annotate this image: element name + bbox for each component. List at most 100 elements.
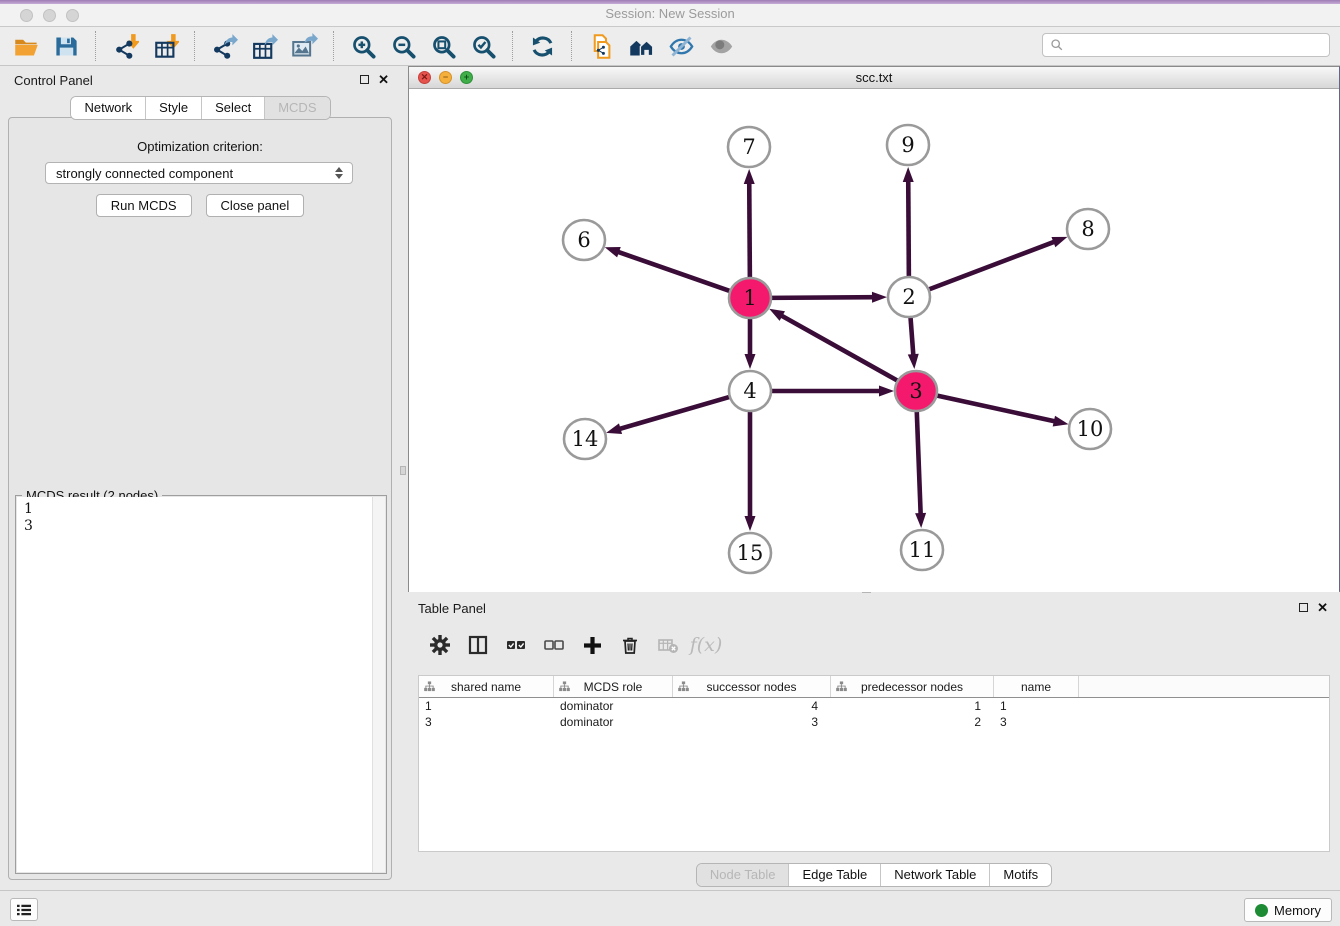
- tab-mcds[interactable]: MCDS: [265, 97, 329, 119]
- zoom-in-icon[interactable]: [343, 30, 383, 62]
- split-view-icon[interactable]: [464, 631, 492, 659]
- close-table-panel-icon[interactable]: ✕: [1317, 602, 1328, 613]
- edge-3-10[interactable]: [936, 395, 1069, 426]
- close-panel-icon[interactable]: ✕: [378, 74, 389, 85]
- edge-4-3[interactable]: [770, 386, 894, 397]
- graph-node-1[interactable]: 1: [729, 278, 771, 318]
- add-column-icon[interactable]: [578, 631, 606, 659]
- column-header-name[interactable]: name: [994, 676, 1079, 697]
- run-mcds-button[interactable]: Run MCDS: [96, 194, 192, 217]
- table-row[interactable]: 3dominator323: [419, 714, 1329, 730]
- select-all-icon[interactable]: [502, 631, 530, 659]
- graph-node-4[interactable]: 4: [729, 371, 771, 411]
- tab-motifs[interactable]: Motifs: [990, 864, 1051, 886]
- tab-network-table[interactable]: Network Table: [881, 864, 990, 886]
- graph-node-9[interactable]: 9: [887, 125, 929, 165]
- graph-node-8[interactable]: 8: [1067, 209, 1109, 249]
- edge-2-9[interactable]: [903, 167, 914, 277]
- network-canvas[interactable]: 7 9 6 8 1 2 4 3 14 10 15 11: [409, 89, 1339, 592]
- float-panel-icon[interactable]: [360, 75, 369, 84]
- export-table-icon[interactable]: [244, 30, 284, 62]
- table-cell[interactable]: dominator: [554, 698, 673, 714]
- svg-text:1: 1: [743, 286, 756, 310]
- graph-node-2[interactable]: 2: [888, 277, 930, 317]
- column-header-MCDS-role[interactable]: MCDS role: [554, 676, 673, 697]
- edge-1-7[interactable]: [744, 169, 755, 278]
- table-cell[interactable]: 3: [419, 714, 554, 730]
- table-cell[interactable]: 1: [994, 698, 1079, 714]
- column-header-successor-nodes[interactable]: successor nodes: [673, 676, 831, 697]
- edge-1-2[interactable]: [770, 292, 887, 303]
- table-cell[interactable]: 1: [831, 698, 994, 714]
- deselect-all-icon[interactable]: [540, 631, 568, 659]
- column-label: name: [1021, 680, 1051, 694]
- table-cell[interactable]: 3: [994, 714, 1079, 730]
- edge-2-3[interactable]: [908, 317, 919, 369]
- edge-1-4[interactable]: [745, 318, 756, 369]
- import-network-icon[interactable]: [105, 30, 145, 62]
- export-image-icon[interactable]: [284, 30, 324, 62]
- table-cell[interactable]: 1: [419, 698, 554, 714]
- import-table-icon[interactable]: [145, 30, 185, 62]
- memory-button[interactable]: Memory: [1244, 898, 1332, 922]
- table-cell[interactable]: dominator: [554, 714, 673, 730]
- table-cell[interactable]: 3: [673, 714, 831, 730]
- mcds-result-text[interactable]: 13: [17, 497, 372, 872]
- edge-2-8[interactable]: [928, 237, 1068, 290]
- graph-node-10[interactable]: 10: [1069, 409, 1111, 449]
- graph-node-7[interactable]: 7: [728, 127, 770, 167]
- column-label: shared name: [451, 680, 521, 694]
- zoom-fit-icon[interactable]: [423, 30, 463, 62]
- edge-3-1[interactable]: [769, 309, 898, 381]
- zoom-out-icon[interactable]: [383, 30, 423, 62]
- column-label: successor nodes: [706, 680, 796, 694]
- graph-node-14[interactable]: 14: [564, 419, 606, 459]
- table-cell[interactable]: 2: [831, 714, 994, 730]
- edge-3-11[interactable]: [915, 411, 926, 528]
- hide-selected-icon[interactable]: [661, 30, 701, 62]
- search-box[interactable]: [1042, 33, 1330, 57]
- edge-4-15[interactable]: [745, 411, 756, 531]
- search-input[interactable]: [1068, 35, 1329, 55]
- tab-style[interactable]: Style: [146, 97, 202, 119]
- export-network-icon[interactable]: [204, 30, 244, 62]
- table-row[interactable]: 1dominator411: [419, 698, 1329, 714]
- network-view-window: ✕ − + scc.txt 7 9 6 8 1 2 4 3 14 10 15 11: [408, 66, 1340, 592]
- criterion-select[interactable]: strongly connected component: [45, 162, 353, 184]
- save-session-icon[interactable]: [46, 30, 86, 62]
- svg-text:14: 14: [572, 427, 599, 451]
- network-window-titlebar[interactable]: ✕ − + scc.txt: [409, 67, 1339, 89]
- tab-edge-table[interactable]: Edge Table: [789, 864, 881, 886]
- float-table-panel-icon[interactable]: [1299, 603, 1308, 612]
- status-bar: Memory: [0, 890, 1340, 926]
- tab-network[interactable]: Network: [71, 97, 146, 119]
- tab-select[interactable]: Select: [202, 97, 265, 119]
- column-header-predecessor-nodes[interactable]: predecessor nodes: [831, 676, 994, 697]
- tab-node-table[interactable]: Node Table: [697, 864, 790, 886]
- show-all-icon[interactable]: [701, 30, 741, 62]
- edge-4-14[interactable]: [606, 397, 731, 434]
- gear-icon[interactable]: [426, 631, 454, 659]
- control-panel-tabs: NetworkStyleSelectMCDS: [70, 96, 330, 120]
- select-stepper-icon: [331, 167, 347, 179]
- refresh-icon[interactable]: [522, 30, 562, 62]
- column-header-shared-name[interactable]: shared name: [419, 676, 554, 697]
- close-panel-button[interactable]: Close panel: [206, 194, 305, 217]
- graph-node-6[interactable]: 6: [563, 220, 605, 260]
- open-file-icon[interactable]: [6, 30, 46, 62]
- edge-1-6[interactable]: [605, 247, 731, 291]
- vertical-splitter-grip[interactable]: [400, 466, 406, 475]
- svg-text:9: 9: [901, 133, 914, 157]
- zoom-selected-icon[interactable]: [463, 30, 503, 62]
- table-cell[interactable]: 4: [673, 698, 831, 714]
- task-history-button[interactable]: [10, 898, 38, 921]
- graph-node-11[interactable]: 11: [901, 530, 943, 570]
- memory-label: Memory: [1274, 903, 1321, 918]
- delete-column-icon[interactable]: [616, 631, 644, 659]
- graph-node-15[interactable]: 15: [729, 533, 771, 573]
- header-filler: [1079, 676, 1329, 697]
- copy-network-icon[interactable]: [581, 30, 621, 62]
- graph-node-3[interactable]: 3: [895, 371, 937, 411]
- first-neighbors-icon[interactable]: [621, 30, 661, 62]
- result-scrollbar[interactable]: [372, 497, 385, 872]
